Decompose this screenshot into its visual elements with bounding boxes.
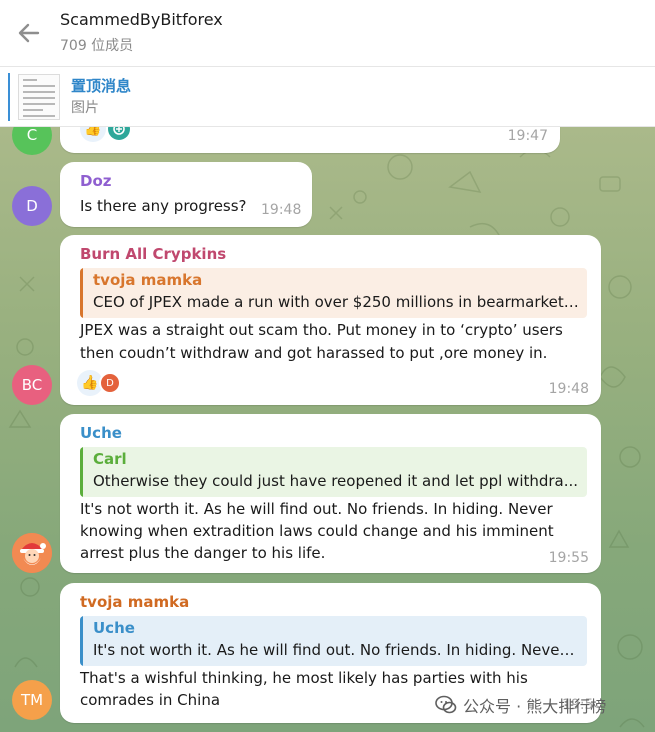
pinned-title: 置顶消息 (71, 77, 132, 95)
back-arrow-icon[interactable] (14, 18, 44, 48)
pinned-thumbnail (18, 74, 60, 120)
reply-quote[interactable]: Uche It's not worth it. As he will find … (80, 616, 587, 666)
wechat-icon (435, 695, 457, 714)
avatar-initials: TM (20, 691, 44, 709)
message-time: 19:47 (507, 128, 548, 144)
watermark: 公众号 · 熊大排行榜 (435, 693, 606, 717)
avatar-initials: C (26, 126, 38, 144)
reaction-avatar: D (99, 372, 121, 394)
quote-author: Uche (93, 619, 135, 637)
pinned-subtitle: 图片 (71, 100, 99, 116)
message-time: 19:48 (261, 202, 302, 218)
message-bubble[interactable]: Burn All Crypkins tvoja mamka CEO of JPE… (60, 235, 601, 405)
avatar-initials: BC (21, 376, 43, 394)
quote-bar (80, 616, 83, 666)
message-bubble[interactable]: Doz Is there any progress? 19:48 (60, 162, 312, 227)
pinned-indicator (8, 73, 10, 121)
message-text-line: That's a wishful thinking, he most likel… (80, 669, 528, 687)
chat-title[interactable]: ScammedByBitforex (60, 10, 223, 29)
message-bubble[interactable]: Uche Carl Otherwise they could just have… (60, 414, 601, 573)
quote-bar (80, 268, 83, 318)
pinned-message-bar[interactable]: 置顶消息 图片 (0, 67, 655, 127)
sender-name[interactable]: Doz (80, 172, 112, 190)
quote-bar (80, 447, 83, 497)
sender-name[interactable]: Uche (80, 424, 122, 442)
message-text-line: knowing when extradition laws could chan… (80, 522, 554, 540)
quote-text: Otherwise they could just have reopened … (93, 472, 579, 490)
message-text-line: JPEX was a straight out scam tho. Put mo… (80, 321, 563, 339)
message-text-line: then coudn’t withdraw and got harassed t… (80, 344, 548, 362)
quote-text: It's not worth it. As he will find out. … (93, 641, 579, 659)
message-text: Is there any progress? (80, 197, 247, 215)
avatar[interactable]: BC (12, 365, 52, 405)
message-time: 19:55 (548, 550, 589, 566)
reply-quote[interactable]: Carl Otherwise they could just have reop… (80, 447, 587, 497)
member-count: 709 位成员 (60, 38, 134, 54)
quote-text: CEO of JPEX made a run with over $250 mi… (93, 293, 579, 311)
avatar[interactable]: D (12, 186, 52, 226)
santa-avatar-icon[interactable] (12, 533, 52, 573)
sender-name[interactable]: Burn All Crypkins (80, 245, 226, 263)
message-text-line: arrest plus the danger to his life. (80, 544, 326, 562)
reply-quote[interactable]: tvoja mamka CEO of JPEX made a run with … (80, 268, 587, 318)
message-time: 19:48 (548, 381, 589, 397)
sender-name[interactable]: tvoja mamka (80, 593, 189, 611)
quote-author: tvoja mamka (93, 271, 203, 289)
chat-header: ScammedByBitforex 709 位成员 (0, 0, 655, 67)
avatar[interactable]: TM (12, 680, 52, 720)
reactions[interactable]: 👍 D (77, 370, 121, 396)
message-text-line: comrades in China (80, 691, 221, 709)
watermark-text: 公众号 · 熊大排行榜 (463, 697, 607, 716)
quote-author: Carl (93, 450, 127, 468)
message-text-line: It's not worth it. As he will find out. … (80, 500, 553, 518)
avatar-initials: D (26, 197, 38, 215)
